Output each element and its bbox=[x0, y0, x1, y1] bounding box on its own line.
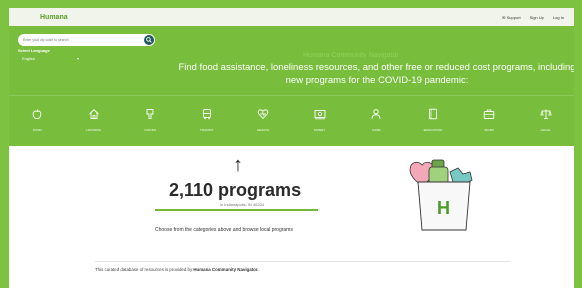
top-links: ✉ Support Sign Up Log In bbox=[502, 15, 564, 20]
zip-search-input[interactable] bbox=[23, 38, 141, 42]
humana-logo[interactable]: Humana bbox=[40, 14, 68, 21]
hero: Select Language English ▾ Humana Communi… bbox=[9, 26, 574, 146]
language-value: English bbox=[22, 55, 36, 61]
chevron-down-icon: ▾ bbox=[76, 55, 79, 61]
footer-brand-link[interactable]: Humana Community Navigator. bbox=[193, 267, 258, 272]
category-label: GOODS bbox=[144, 128, 157, 132]
briefcase-icon bbox=[484, 109, 495, 119]
log-in-link[interactable]: Log In bbox=[553, 15, 564, 20]
footer-note: This curated database of resources is pr… bbox=[95, 267, 259, 272]
heart-icon bbox=[258, 109, 269, 120]
grocery-bag-illustration: H bbox=[409, 159, 473, 231]
category-housing[interactable]: HOUSING bbox=[66, 96, 123, 146]
footer-divider bbox=[95, 261, 510, 262]
category-work[interactable]: WORK bbox=[461, 96, 518, 146]
category-label: EDUCATION bbox=[423, 128, 442, 132]
location-subtitle: in Indianapolis, IN 46204 bbox=[220, 202, 265, 207]
category-food[interactable]: FOOD bbox=[9, 96, 66, 146]
book-icon bbox=[428, 108, 437, 120]
category-education[interactable]: EDUCATION bbox=[405, 96, 462, 146]
search-icon bbox=[146, 37, 152, 43]
results-section: ↑ 2,110 programs in Indianapolis, IN 462… bbox=[9, 146, 574, 288]
top-bar: Humana ✉ Support Sign Up Log In bbox=[9, 8, 574, 26]
sign-up-link[interactable]: Sign Up bbox=[530, 15, 544, 20]
house-icon bbox=[88, 109, 99, 119]
page: Humana ✉ Support Sign Up Log In Select L… bbox=[9, 8, 574, 288]
category-label: LEGAL bbox=[540, 128, 551, 132]
search-button[interactable] bbox=[144, 35, 154, 45]
scales-icon bbox=[540, 109, 552, 119]
category-bar: FOOD HOUSING GOODS TRANSIT HEALTH MONEY bbox=[9, 95, 574, 146]
program-count: 2,110 programs bbox=[169, 180, 302, 200]
category-label: MONEY bbox=[313, 128, 326, 132]
search-box bbox=[18, 34, 155, 46]
category-label: HOUSING bbox=[86, 128, 102, 132]
apple-icon bbox=[33, 109, 42, 120]
category-money[interactable]: MONEY bbox=[292, 96, 349, 146]
chat-icon: ✉ bbox=[502, 14, 506, 20]
category-transit[interactable]: TRANSIT bbox=[179, 96, 236, 146]
browse-instructions: Choose from the categories above and bro… bbox=[155, 227, 293, 233]
svg-text:H: H bbox=[437, 198, 450, 218]
support-link[interactable]: ✉ Support bbox=[502, 15, 521, 20]
category-health[interactable]: HEALTH bbox=[235, 96, 292, 146]
arrow-up-icon: ↑ bbox=[233, 154, 243, 176]
hero-heading: Humana Community Navigator bbox=[303, 52, 399, 59]
care-icon bbox=[371, 109, 381, 119]
category-label: HEALTH bbox=[257, 128, 270, 132]
shirt-icon bbox=[146, 109, 154, 119]
bus-icon bbox=[202, 109, 211, 120]
category-label: FOOD bbox=[32, 128, 42, 132]
language-label: Select Language bbox=[18, 48, 50, 53]
money-icon bbox=[314, 110, 326, 120]
category-label: WORK bbox=[484, 128, 495, 132]
category-care[interactable]: CARE bbox=[348, 96, 405, 146]
category-goods[interactable]: GOODS bbox=[122, 96, 179, 146]
category-label: TRANSIT bbox=[199, 128, 214, 132]
category-legal[interactable]: LEGAL bbox=[518, 96, 575, 146]
divider bbox=[155, 209, 318, 211]
hero-text: Find food assistance, loneliness resourc… bbox=[178, 62, 574, 86]
category-label: CARE bbox=[371, 128, 381, 132]
language-select[interactable]: English ▾ bbox=[18, 54, 79, 62]
